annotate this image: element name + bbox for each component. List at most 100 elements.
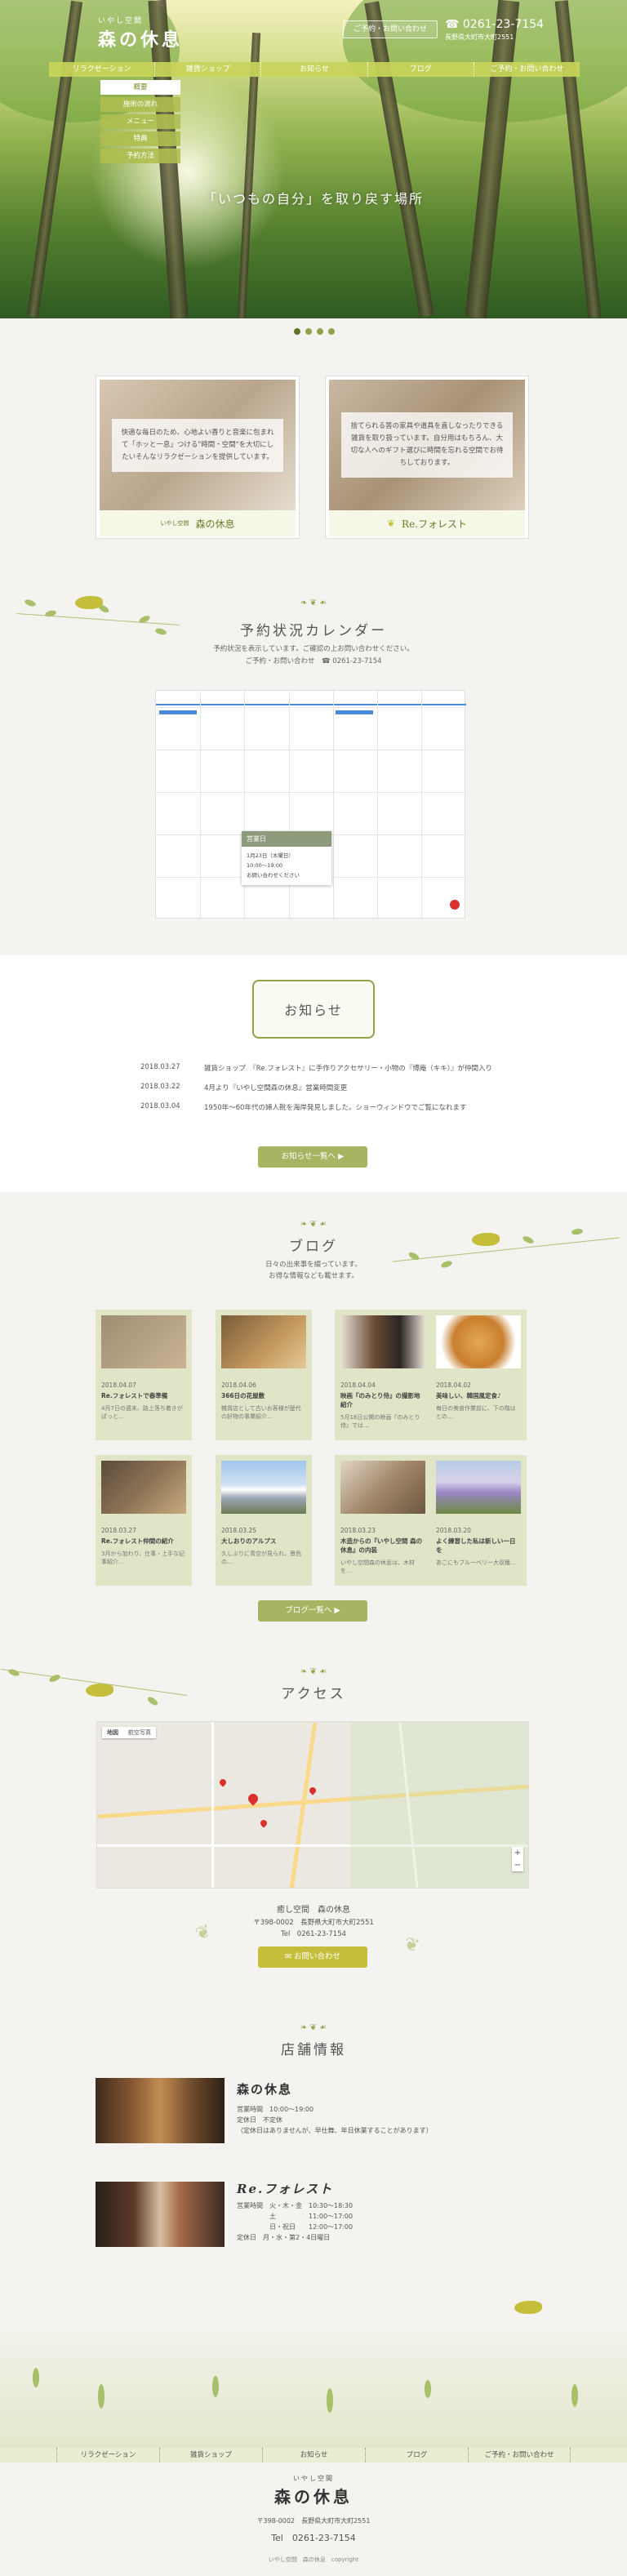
footer-nav-contact[interactable]: ご予約・お問い合わせ <box>468 2448 571 2463</box>
brand-logo-sub: いやし空間 <box>160 520 189 527</box>
calendar-gridline <box>156 792 466 793</box>
news-title: お知らせ <box>284 1003 343 1018</box>
popup-line: 10:00～19:00 <box>247 862 282 869</box>
dropdown-item-overview[interactable]: 概要 <box>100 80 180 95</box>
news-item[interactable]: 2018.03.27 雑貨ショップ 『Re.フォレスト』に手作りアクセサリー・小… <box>140 1063 532 1083</box>
news-date: 2018.03.27 <box>140 1063 180 1071</box>
calendar-event[interactable] <box>336 710 373 714</box>
blog-thumbnail[interactable] <box>340 1315 425 1368</box>
brand-card-shop[interactable]: 捨てられる筈の家具や道具を直しなったりできる雑貨を取り扱っています。自分用はもち… <box>325 376 529 539</box>
footer-nav-shop[interactable]: 雑貨ショップ <box>159 2448 262 2463</box>
blog-excerpt: あこにもブルーベリー大収穫… <box>436 1559 516 1566</box>
calendar-tel[interactable]: ☎ 0261-23-7154 <box>322 657 382 665</box>
blog-post-title[interactable]: Re.フォレストで春準備 <box>101 1391 186 1400</box>
dropdown-item-reservation[interactable]: 予約方法 <box>100 149 180 163</box>
dropdown-item-benefits[interactable]: 特典 <box>100 131 180 146</box>
popup-title: 営業日 <box>242 831 331 847</box>
footer-nav-news[interactable]: お知らせ <box>262 2448 365 2463</box>
slider-pagination <box>294 328 335 335</box>
news-text[interactable]: 雑貨ショップ 『Re.フォレスト』に手作りアクセサリー・小物の『博庵（キキ）』が… <box>204 1063 532 1083</box>
blog-card[interactable]: 2018.04.06 366日の花屋敷 雑貨店として古いお客様が歴代の好物の事業… <box>216 1310 312 1440</box>
news-text[interactable]: 4月より『いやし空間森の休息』営業時間変更 <box>204 1083 532 1102</box>
nav-dropdown: 概要 施術の流れ メニュー 特典 予約方法 <box>100 80 180 166</box>
blog-thumbnail[interactable] <box>221 1315 306 1368</box>
site-logo[interactable]: いやし空間 森の休息 <box>98 15 183 51</box>
blog-card[interactable]: 2018.03.25 大しおりのアルプス 久しぶりに青空が見られ、景色の… <box>216 1455 312 1586</box>
access-map[interactable]: 地図 航空写真 + − <box>96 1721 529 1889</box>
leaf-decoration <box>212 2376 219 2397</box>
map-marker-icon[interactable] <box>218 1777 228 1787</box>
shop-info-line: 土 11:00～17:00 <box>237 2213 354 2220</box>
calendar-event-popup: 営業日 1月23日（木曜日） 10:00～19:00 お問い合わせください <box>242 831 331 885</box>
header-contact-button[interactable]: ご予約・お問い合わせ <box>343 20 438 38</box>
map-tab-satellite[interactable]: 航空写真 <box>123 1727 156 1738</box>
slider-dot[interactable] <box>305 328 312 335</box>
blog-thumbnail[interactable] <box>436 1461 521 1514</box>
calendar-contact-label[interactable]: ご予約・お問い合わせ <box>245 657 314 665</box>
nav-item-news[interactable]: お知らせ <box>260 62 367 77</box>
nav-item-blog[interactable]: ブログ <box>367 62 474 77</box>
blog-title: ブログ <box>289 1239 338 1255</box>
blog-post-title[interactable]: Re.フォレスト仲間の紹介 <box>101 1537 186 1546</box>
brand-description: 捨てられる筈の家具や道具を直しなったりできる雑貨を取り扱っています。自分用はもち… <box>341 412 513 478</box>
map-marker-icon[interactable] <box>308 1786 318 1795</box>
slider-dot[interactable] <box>294 328 300 335</box>
footer-nav-blog[interactable]: ブログ <box>365 2448 468 2463</box>
calendar-event[interactable] <box>159 710 197 714</box>
map-zoom-control[interactable]: + − <box>512 1847 523 1871</box>
brand-image: 捨てられる筈の家具や道具を直しなったりできる雑貨を取り扱っています。自分用はもち… <box>329 380 525 510</box>
news-item[interactable]: 2018.03.22 4月より『いやし空間森の休息』営業時間変更 <box>140 1083 532 1102</box>
blog-thumbnail[interactable] <box>221 1461 306 1514</box>
leaf-decoration <box>24 598 37 608</box>
header-tel[interactable]: ☎ 0261-23-7154 <box>445 18 544 31</box>
blog-post-title[interactable]: よく練習した私は新しい一日を <box>436 1537 521 1555</box>
blog-thumbnail[interactable] <box>436 1315 521 1368</box>
blog-thumbnail[interactable] <box>340 1461 425 1514</box>
blog-post-title[interactable]: 映画『のみとり侍』の撮影地紹介 <box>340 1391 425 1409</box>
brand-card-relaxation[interactable]: 快適な毎日のため、心地よい香りと音楽に包まれて「ホッと一息」つける"時間・空間"… <box>96 376 300 539</box>
footer-nav-relaxation[interactable]: リラクゼーション <box>56 2448 159 2463</box>
access-address: 〒398-0002 長野県大町市大町2551 <box>253 1919 374 1927</box>
bird-icon <box>75 596 103 609</box>
nav-item-contact[interactable]: ご予約・お問い合わせ <box>473 62 580 77</box>
blog-post-title[interactable]: 美味しい、韓国風定食♪ <box>436 1391 521 1400</box>
slider-dot[interactable] <box>317 328 323 335</box>
blog-post-title[interactable]: 366日の花屋敷 <box>221 1391 306 1400</box>
blog-post-title[interactable]: 木造からの『いやし空間 森の休息』の内装 <box>340 1537 425 1555</box>
blog-card[interactable]: 2018.03.20 よく練習した私は新しい一日を あこにもブルーベリー大収穫… <box>430 1455 527 1586</box>
news-item[interactable]: 2018.03.04 1950年～60年代の婦人靴を海岸発見しました。ショーウィ… <box>140 1102 532 1122</box>
nav-item-shop[interactable]: 雑貨ショップ <box>154 62 260 77</box>
blog-excerpt: 5月18日公開の映画『のみとり侍』では… <box>340 1414 420 1429</box>
blog-excerpt: 雑貨店として古いお客様が歴代の好物の事業紹介… <box>221 1405 301 1420</box>
blog-card[interactable]: 2018.03.27 Re.フォレスト仲間の紹介 3月から加わり、仕事・上手な記… <box>96 1455 192 1586</box>
calendar-gridline <box>377 691 378 919</box>
access-contact-button[interactable]: ✉ お問い合わせ <box>258 1946 367 1968</box>
blog-thumbnail[interactable] <box>101 1461 186 1514</box>
shop-info-line: （定休日はありませんが、早仕舞、年日休業することがあります） <box>237 2127 433 2134</box>
blog-card[interactable]: 2018.04.04 映画『のみとり侍』の撮影地紹介 5月18日公開の映画『のみ… <box>335 1310 431 1440</box>
blog-more-button[interactable]: ブログ一覧へ ▶ <box>258 1600 367 1622</box>
blog-card[interactable]: 2018.04.02 美味しい、韓国風定食♪ 毎日の美食作業前に、下の階はとの… <box>430 1310 527 1440</box>
map-road <box>211 1722 214 1888</box>
footer-tel[interactable]: Tel 0261-23-7154 <box>0 2531 627 2544</box>
blog-card[interactable]: 2018.03.23 木造からの『いやし空間 森の休息』の内装 いやし空間森の休… <box>335 1455 431 1586</box>
dropdown-item-menu[interactable]: メニュー <box>100 114 180 129</box>
map-marker-icon[interactable] <box>259 1818 269 1828</box>
blog-post-title[interactable]: 大しおりのアルプス <box>221 1537 306 1546</box>
reservation-calendar[interactable]: 営業日 1月23日（木曜日） 10:00～19:00 お問い合わせください <box>155 690 466 919</box>
shop-info: 営業時間 10:00～19:00 定休日 不定休 （定休日はありませんが、早仕舞… <box>237 2104 531 2136</box>
news-more-button[interactable]: お知らせ一覧へ ▶ <box>258 1146 367 1168</box>
map-tab-map[interactable]: 地図 <box>102 1727 123 1738</box>
hero-slider: いやし空間 森の休息 ご予約・お問い合わせ ☎ 0261-23-7154 長野県… <box>0 0 627 318</box>
calendar-add-button[interactable] <box>450 900 460 910</box>
access-tel[interactable]: Tel 0261-23-7154 <box>0 1929 627 1938</box>
slider-dot[interactable] <box>328 328 335 335</box>
blog-thumbnail[interactable] <box>101 1315 186 1368</box>
access-title: アクセス <box>281 1686 346 1702</box>
blog-date: 2018.03.25 <box>221 1527 256 1534</box>
nav-item-relaxation[interactable]: リラクゼーション <box>49 62 154 77</box>
news-text[interactable]: 1950年～60年代の婦人靴を海岸発見しました。ショーウィンドウでご覧になれます <box>204 1102 532 1122</box>
dropdown-item-flow[interactable]: 施術の流れ <box>100 97 180 112</box>
blog-card[interactable]: 2018.04.07 Re.フォレストで春準備 4月7日の週末、路上落ち着きがぱ… <box>96 1310 192 1440</box>
footer-logo[interactable]: 森の休息 <box>0 2484 627 2507</box>
